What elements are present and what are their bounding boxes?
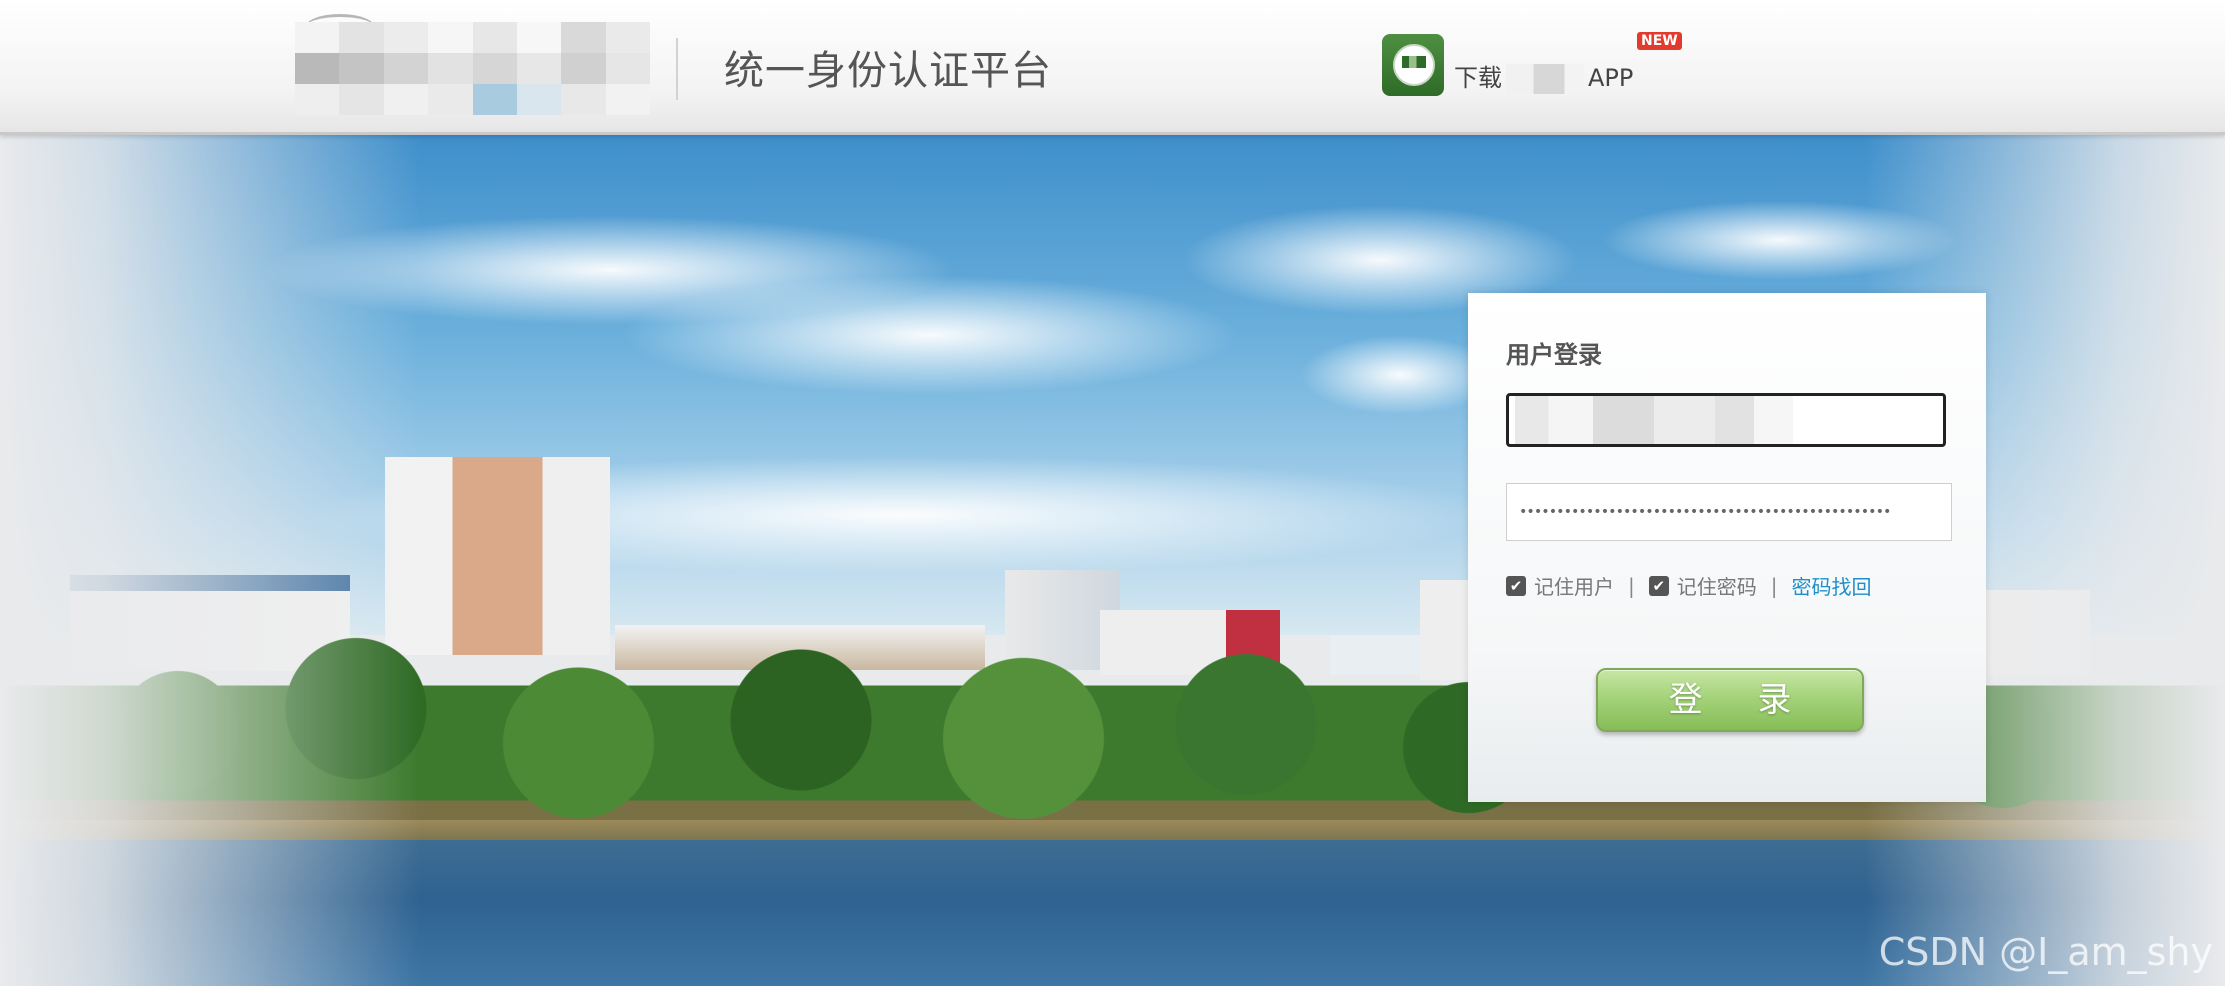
new-badge: NEW (1637, 32, 1682, 50)
remember-user-label[interactable]: 记住用户 (1534, 571, 1614, 600)
top-header: 统一身份认证平台 下载 APP NEW (0, 0, 2225, 135)
forgot-password-link[interactable]: 密码找回 (1792, 571, 1872, 600)
username-input[interactable] (1506, 393, 1946, 447)
remember-password-label[interactable]: 记住密码 (1677, 571, 1757, 600)
separator: | (1770, 573, 1778, 598)
watermark: CSDN @I_am_shy (1878, 930, 2213, 974)
app-download-text[interactable]: 下载 APP (1454, 58, 1633, 94)
fade-left (0, 135, 420, 986)
password-input[interactable]: ••••••••••••••••••••••••••••••••••••••••… (1506, 483, 1952, 541)
app-name-redacted (1506, 64, 1584, 94)
remember-user-checkbox[interactable]: ✔ (1506, 575, 1526, 596)
app-download-link[interactable]: 下载 APP NEW (1382, 32, 1702, 96)
school-app-icon[interactable] (1382, 34, 1444, 96)
remember-password-checkbox[interactable]: ✔ (1648, 575, 1669, 596)
cloud (620, 275, 1240, 395)
login-panel: 用户登录 •••••••••••••••••••••••••••••••••••… (1468, 293, 1986, 802)
username-redacted (1515, 396, 1793, 444)
login-title: 用户登录 (1506, 341, 1602, 369)
separator: | (1628, 573, 1635, 598)
platform-title: 统一身份认证平台 (724, 48, 1052, 94)
app-download-suffix: APP (1588, 64, 1634, 92)
app-download-prefix: 下载 (1454, 64, 1502, 92)
header-divider (676, 38, 678, 100)
login-options: ✔ 记住用户 | ✔ 记住密码 | 密码找回 (1506, 571, 1872, 600)
school-logo-redacted (295, 22, 650, 115)
login-button[interactable]: 登 录 (1596, 668, 1864, 732)
